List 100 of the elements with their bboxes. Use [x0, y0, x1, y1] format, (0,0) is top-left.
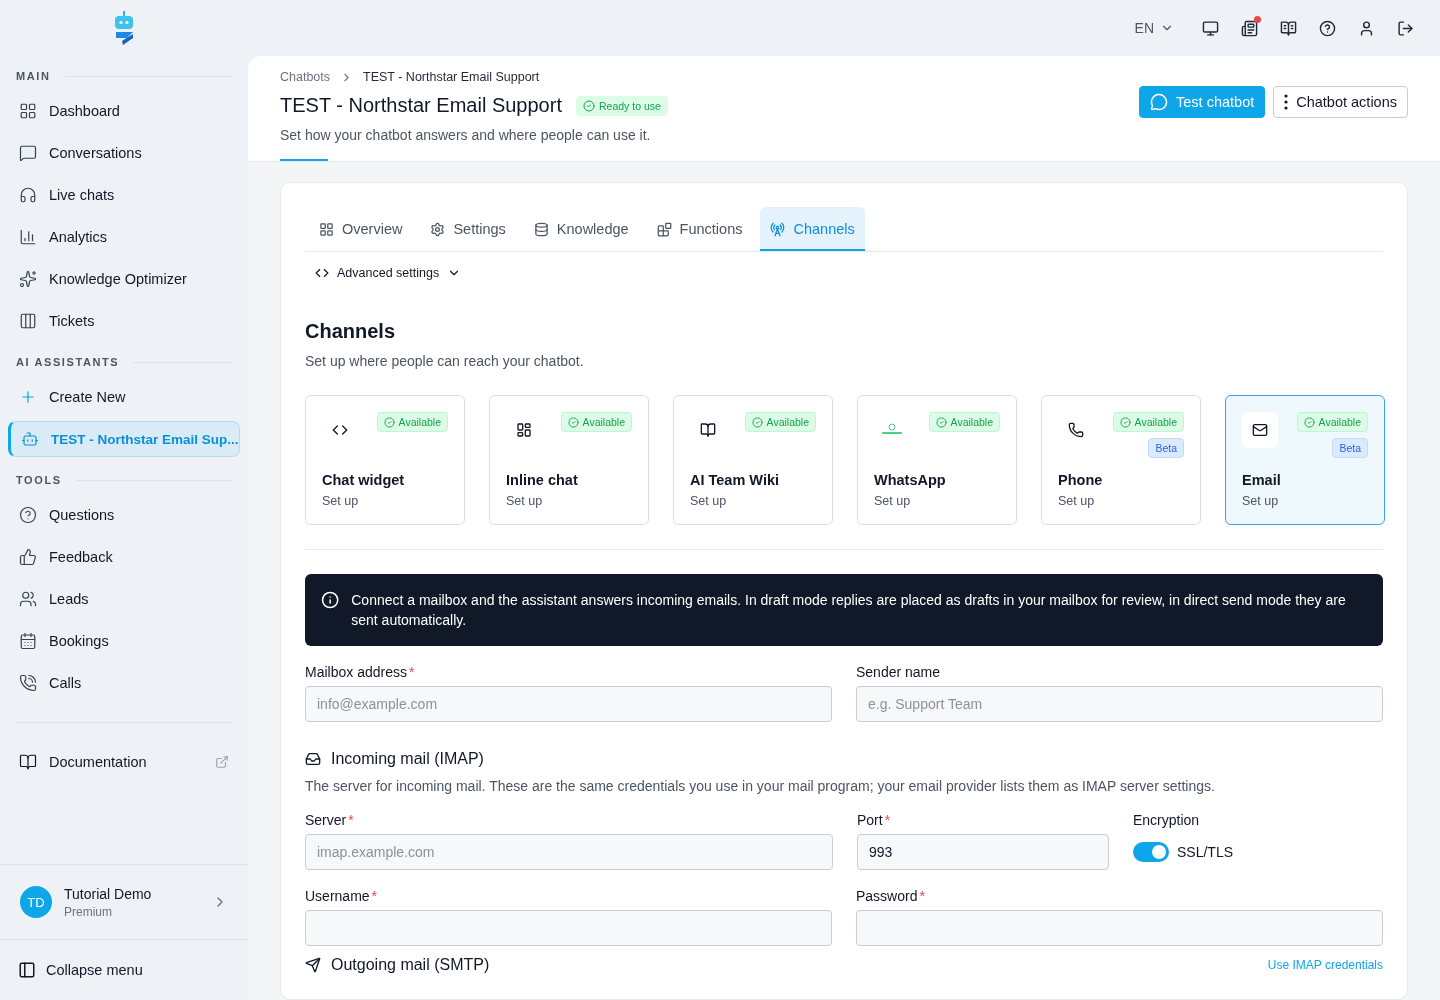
encryption-switch[interactable] [1133, 842, 1169, 862]
available-badge: Available [928, 412, 1000, 432]
section-heading: Channels [305, 320, 397, 343]
input-field[interactable]: 993 [857, 834, 1109, 870]
info-text: Connect a mailbox and the assistant answers incoming emails. In draft mode replies are placed as drafts in your mailbox for review, in direct send mode they are sent automatically. [351, 591, 1347, 630]
channel-card[interactable]: Available Beta Phone Set up [1041, 395, 1201, 525]
tab[interactable]: Functions [646, 207, 753, 251]
channel-card[interactable]: Available Chat widget Set up [305, 395, 465, 525]
channel-name: Inline chat [506, 472, 579, 488]
input-field[interactable]: imap.example.com [305, 834, 833, 870]
info-icon [321, 590, 340, 610]
input-field[interactable] [305, 910, 832, 946]
setup-text: Set up [690, 494, 728, 508]
channel-card[interactable]: Available WhatsApp Set up [857, 395, 1017, 525]
tab[interactable]: Settings [420, 207, 516, 251]
section-description: Set up where people can reach your chatbot. [305, 353, 585, 369]
user-name: Tutorial Demo [64, 885, 152, 902]
more-icon [1284, 94, 1289, 110]
sidebar-item[interactable]: Questions [8, 494, 240, 536]
plus-icon [19, 388, 37, 406]
user-icon[interactable] [1358, 19, 1375, 37]
sidebar-item[interactable]: Documentation [8, 741, 240, 783]
sidebar-item[interactable]: Bookings [8, 620, 240, 662]
sidebar-item[interactable]: Knowledge Optimizer [8, 258, 240, 300]
sidebar-item[interactable]: Feedback [8, 536, 240, 578]
input-field[interactable] [856, 910, 1383, 946]
mail-icon [1252, 422, 1268, 438]
channel-card[interactable]: Available Beta Email Set up [1225, 395, 1385, 525]
channel-name: Email [1242, 472, 1282, 488]
page-subtitle: Set how your chatbot answers and where people can use it. [280, 127, 652, 143]
tab[interactable]: Overview [309, 207, 413, 251]
status-badge: Ready to use [575, 95, 668, 116]
section-heading: MAIN [16, 70, 51, 82]
channel-card[interactable]: Available AI Team Wiki Set up [673, 395, 833, 525]
blocks-icon [656, 221, 672, 237]
available-badge: Available [1112, 412, 1184, 432]
sidebar-item[interactable]: Dashboard [8, 90, 240, 132]
logout-icon[interactable] [1397, 19, 1414, 37]
newspaper-icon [1241, 19, 1258, 37]
phone-icon [19, 674, 37, 692]
advanced-settings-toggle[interactable]: Advanced settings [305, 266, 472, 280]
setup-text: Set up [1242, 494, 1280, 508]
dashboard-icon [19, 102, 37, 120]
beta-badge: Beta [1332, 438, 1368, 458]
channel-name: Phone [1058, 472, 1104, 488]
section-heading: TOOLS [16, 474, 62, 486]
section-heading: Outgoing mail (SMTP) [331, 956, 490, 974]
setup-text: Set up [874, 494, 912, 508]
users-icon [19, 590, 37, 608]
sidebar-item[interactable]: Calls [8, 662, 240, 704]
channel-card[interactable]: Available Inline chat Set up [489, 395, 649, 525]
bar-chart-icon [19, 228, 37, 246]
section-description: The server for incoming mail. These are the same credentials you use in your mail program; your email provider lists them as IMAP server settings. [305, 778, 1216, 794]
robot-icon [21, 430, 39, 448]
user-avatar: TD [20, 886, 52, 918]
layout-icon [516, 422, 532, 438]
monitor-icon[interactable] [1202, 19, 1219, 37]
thumbs-up-icon [19, 548, 37, 566]
robot-logo-icon [113, 10, 135, 46]
calendar-icon [19, 632, 37, 650]
book-icon [700, 422, 716, 438]
tab[interactable]: Knowledge [523, 207, 639, 251]
beta-badge: Beta [1148, 438, 1184, 458]
input-field[interactable]: info@example.com [305, 686, 832, 722]
columns-icon [19, 312, 37, 330]
available-badge: Available [1296, 412, 1368, 432]
phone-icon [1068, 422, 1084, 438]
sidebar-item[interactable]: Conversations [8, 132, 240, 174]
available-badge: Available [744, 412, 816, 432]
settings-icon [430, 221, 446, 237]
setup-text: Set up [1058, 494, 1096, 508]
collapse-menu-button[interactable]: Collapse menu [0, 940, 248, 1000]
headphones-icon [19, 186, 37, 204]
field-label: Username* [305, 888, 379, 904]
available-badge: Available [560, 412, 632, 432]
language-selector[interactable]: EN [1134, 20, 1174, 36]
sidebar-item[interactable]: Analytics [8, 216, 240, 258]
send-icon [305, 957, 321, 973]
news-button[interactable] [1241, 19, 1258, 37]
database-icon [533, 221, 549, 237]
grid-icon [319, 221, 334, 237]
help-icon[interactable] [1319, 19, 1336, 37]
field-label: Mailbox address* [305, 664, 416, 680]
input-field[interactable]: e.g. Support Team [856, 686, 1383, 722]
sidebar-item[interactable]: Create New [8, 376, 240, 418]
external-link-icon [215, 755, 229, 769]
inbox-icon [305, 751, 321, 767]
collapse-icon [18, 961, 36, 979]
book-icon[interactable] [1280, 19, 1297, 37]
field-label: Encryption [1133, 812, 1201, 828]
antenna-icon [770, 221, 786, 237]
sidebar-item[interactable]: Leads [8, 578, 240, 620]
switch-label: SSL/TLS [1177, 844, 1234, 860]
sidebar-item[interactable]: Tickets [8, 300, 240, 342]
sparkles-icon [19, 270, 37, 288]
sidebar-item[interactable]: Live chats [8, 174, 240, 216]
chatbot-actions-button[interactable]: Chatbot actions [1273, 86, 1408, 118]
code-icon [315, 266, 329, 280]
section-heading: AI ASSISTANTS [16, 356, 120, 368]
breadcrumb-link[interactable]: Chatbots [280, 70, 331, 84]
